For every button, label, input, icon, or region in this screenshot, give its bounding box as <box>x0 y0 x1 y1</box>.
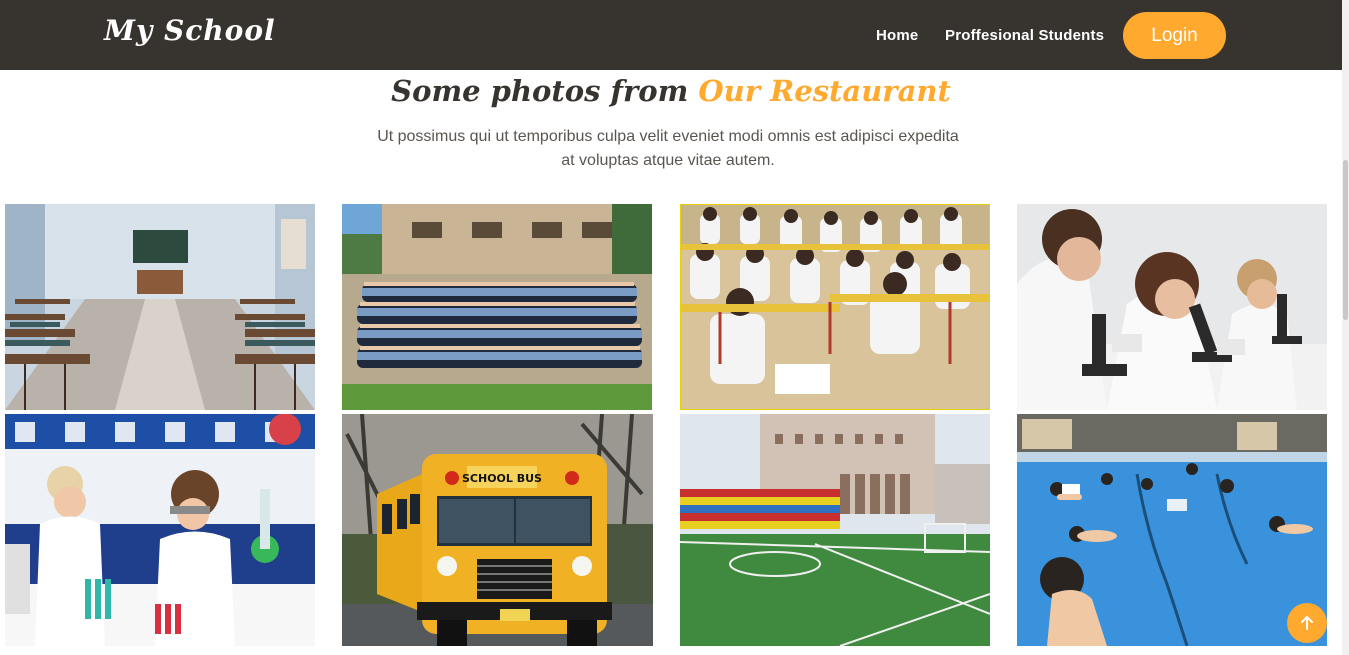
football-field-image <box>680 414 990 646</box>
arrow-up-icon <box>1301 616 1313 630</box>
gallery-photo-school-bus[interactable]: SCHOOL BUS <box>342 414 653 646</box>
login-button[interactable]: Login <box>1123 12 1226 59</box>
chemistry-lab-image <box>5 414 315 646</box>
gallery-photo-football-field[interactable] <box>680 414 990 646</box>
microscope-lab-image <box>1017 204 1327 410</box>
section-description: Ut possimus qui ut temporibus culpa veli… <box>336 125 1000 173</box>
gallery-photo-exam-hall[interactable] <box>680 204 990 410</box>
section-title: Some photos from Our Restaurant <box>0 70 1342 112</box>
section-description-line-1: Ut possimus qui ut temporibus culpa veli… <box>377 128 959 145</box>
classroom-image <box>5 204 315 410</box>
gallery-photo-chemistry-lab[interactable] <box>5 414 315 646</box>
section-title-text: Some photos from <box>391 74 699 108</box>
section-description-line-2: at voluptas atque vitae autem. <box>561 152 775 169</box>
gallery-photo-microscopes[interactable] <box>1017 204 1327 410</box>
gallery-photo-swimming-pool[interactable] <box>1017 414 1327 646</box>
exam-hall-image <box>680 204 990 410</box>
school-bus-image: SCHOOL BUS <box>342 414 653 646</box>
school-bus-sign: SCHOOL BUS <box>462 472 542 485</box>
gallery-photo-classroom[interactable] <box>5 204 315 410</box>
back-to-top-button[interactable] <box>1287 603 1327 643</box>
swimming-pool-image <box>1017 414 1327 646</box>
group-photo-image <box>342 204 652 410</box>
nav-link-proffesional-students[interactable]: Proffesional Students <box>945 27 1104 44</box>
scrollbar-thumb[interactable] <box>1343 160 1348 320</box>
section-title-accent: Our Restaurant <box>698 74 951 108</box>
page-scrollbar[interactable] <box>1342 0 1349 655</box>
gallery-photo-group[interactable] <box>342 204 652 410</box>
site-header: My School Home Proffesional Students Log… <box>0 0 1342 70</box>
nav-link-home[interactable]: Home <box>876 27 918 44</box>
site-logo[interactable]: My School <box>104 14 276 47</box>
